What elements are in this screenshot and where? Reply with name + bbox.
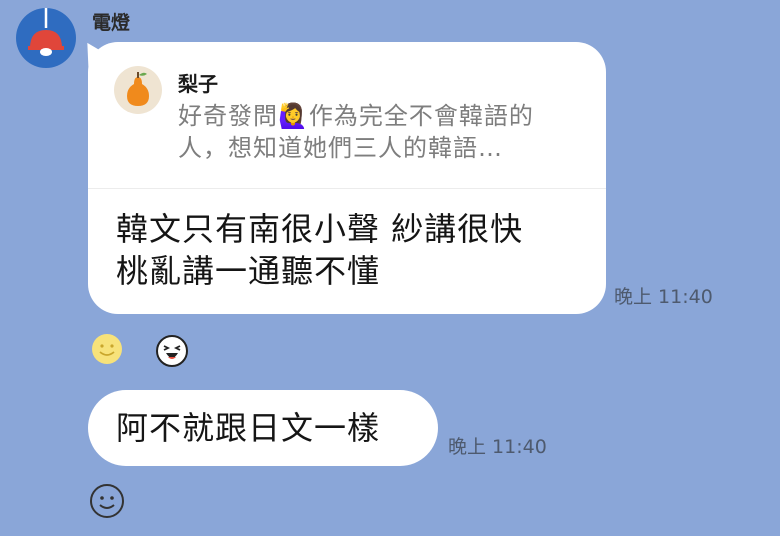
message-text: 阿不就跟日文一樣 (116, 409, 381, 447)
message-text-line: 桃亂講一通聽不懂 (116, 252, 381, 290)
message-timestamp: 晚上 11:40 (614, 286, 713, 308)
laughing-sticker-icon[interactable] (155, 334, 189, 368)
message-text-line: 韓文只有南很小聲 紗講很快 (116, 210, 524, 248)
sender-avatar[interactable] (16, 8, 76, 68)
message-text: 韓文只有南很小聲 紗講很快 桃亂講一通聽不懂 (116, 208, 586, 292)
add-reaction-smile-icon[interactable] (88, 482, 126, 520)
sender-name: 電燈 (92, 12, 131, 34)
message-bubble[interactable]: 梨子 好奇發問🙋‍♀️作為完全不會韓語的人，想知道她們三人的韓語… 韓文只有南很… (88, 42, 606, 314)
message-timestamp: 晚上 11:40 (448, 436, 547, 458)
ceiling-lamp-icon (28, 8, 64, 56)
reply-preview-text: 好奇發問🙋‍♀️作為完全不會韓語的人，想知道她們三人的韓語… (178, 102, 534, 162)
message-bubble[interactable]: 阿不就跟日文一樣 (88, 390, 438, 466)
reply-author-avatar (114, 66, 162, 114)
smile-reaction-icon[interactable] (90, 332, 124, 366)
reply-author-name: 梨子 (178, 72, 218, 96)
pear-icon (127, 72, 149, 106)
reply-divider (88, 188, 606, 189)
